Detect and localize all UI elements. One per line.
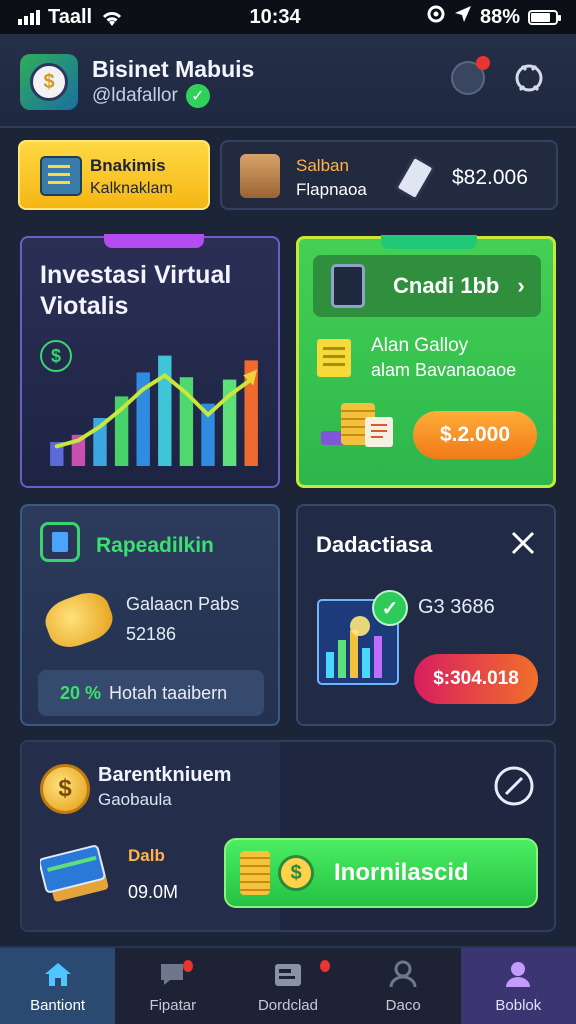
primary-action-label: Inornilascid [334,859,469,886]
dadactiasa-amount-button[interactable]: $:304.018 [414,654,538,704]
nav-label: Daco [385,996,421,1014]
cash-line-2: alam Bavanaoaoe [371,360,517,380]
summary-left-title: Bnakimis [90,156,166,175]
progress-percent: 20 % [60,682,102,703]
nav-label: Bantiont [30,996,86,1014]
notification-dot [183,960,194,972]
bottom-card-title: Barentkniuem [98,764,232,786]
summary-left-subtitle: Kalknaklam [90,180,173,197]
bottom-summary-card: $ Barentkniuem Gaobaula Dalb 09.0M $ Ino… [20,740,556,932]
card-tab [104,234,204,248]
wallet-icon [40,522,80,562]
nav-item-wallet[interactable]: Dordclad [230,948,345,1024]
card-tab [381,235,477,249]
dadactiasa-title: Dadactiasa [316,532,433,557]
dollar-coin-icon: $ [40,764,90,814]
nav-label: Boblok [495,996,542,1014]
close-icon [511,531,535,555]
investment-title: Investasi Virtual Viotalis [40,261,232,320]
progress-label: Hotah taaibern [109,682,228,703]
summary-right-title: Salban [296,156,349,175]
bottom-card-subtitle: Gaobaula [98,790,172,809]
summary-card-left[interactable]: Bnakimis Kalknaklam [18,140,210,210]
cash-amount-button[interactable]: $.2.000 [413,411,537,459]
nav-item-profile[interactable]: Boblok [460,948,576,1024]
balance-value: $82.006 [452,166,528,189]
home-icon [42,959,74,989]
bottom-nav: Bantiont Fipatar Dordclad Daco Boblok [0,946,576,1024]
notifications-button[interactable] [446,56,490,100]
signal-icon [18,9,40,25]
nav-label: Dordclad [257,996,318,1014]
nav-item-chat[interactable]: Fipatar [115,948,230,1024]
cash-card: Cnadi 1bb › Alan Galloy alam Bavanaoaoe … [296,235,556,488]
jar-icon [240,154,280,198]
document-icon [317,339,351,377]
coin-stack-icon [321,403,393,447]
status-bar: Taall 10:34 88% [0,0,576,34]
slash-circle-icon [494,766,534,806]
rapeadilkin-line-2: 52186 [126,624,177,644]
check-icon: ✓ [372,590,408,626]
cash-action-button[interactable]: Cnadi 1bb › [313,255,541,317]
cash-action-label: Cnadi 1bb [393,273,500,298]
investment-card[interactable]: Investasi Virtual Viotalis $ [20,234,280,488]
chart-bar [158,355,172,466]
app-logo: $ [20,54,78,110]
summary-right-subtitle: Flapnaoa [296,180,367,199]
carrier-name: Taall [48,5,93,28]
rapeadilkin-label: Rapeadilkin [96,534,214,557]
close-button[interactable] [506,526,540,560]
cash-line-1: Alan Galloy [371,335,469,356]
verified-check-icon: ✓ [185,84,210,108]
notification-dot [320,960,331,972]
phone-icon [393,154,437,202]
rotation-lock-icon [426,4,446,30]
wifi-icon [100,9,124,26]
app-header: $ Bisinet Mabuis @ldafallor ✓ [0,34,576,128]
app-title: Bisinet Mabuis [92,56,255,82]
coin-stack-icon [240,851,270,895]
credit-cards-icon [40,845,109,902]
dollar-icon: $ [278,855,314,891]
chevron-right-icon: › [517,273,525,298]
bottom-card-small-value: 09.0M [128,882,179,902]
nav-label: Fipatar [149,996,197,1014]
dollar-coin-icon: $ [30,63,68,101]
document-icon [40,156,82,196]
rapeadilkin-progress-bar[interactable]: 20 % Hotah taaibern [38,670,264,716]
rapeadilkin-card[interactable]: Rapeadilkin Galaacn Pabs 52186 20 % Hota… [20,504,280,726]
nav-item-home[interactable]: Bantiont [0,948,116,1024]
profile-icon [502,959,534,989]
user-icon [387,959,419,989]
search-button[interactable] [508,56,552,100]
handle-text: @ldafallor [92,85,178,106]
wallet-icon [272,959,304,989]
nav-item-user[interactable]: Daco [346,948,461,1024]
bottom-card-small-label: Dalb [128,846,165,865]
tablet-icon [331,264,365,308]
cancel-button[interactable] [492,764,536,808]
battery-percent: 88% [479,5,520,28]
location-icon [454,5,472,29]
dadactiasa-value: G3 3686 [418,596,495,618]
battery-icon [528,9,561,25]
rapeadilkin-line-1: Galaacn Pabs [126,594,240,614]
user-handle: @ldafallor ✓ [92,84,210,108]
dadactiasa-card[interactable]: Dadactiasa ✓ G3 3686 $:304.018 [296,504,556,726]
clock: 10:34 [249,5,301,28]
primary-action-button[interactable]: $ Inornilascid [224,838,538,908]
trend-line [54,373,254,449]
summary-card-right[interactable]: Salban Flapnaoa $82.006 [220,140,558,210]
notification-dot [476,56,490,70]
dollar-icon: $ [40,340,72,372]
search-icon [515,64,543,92]
gold-coin-icon [39,586,119,654]
